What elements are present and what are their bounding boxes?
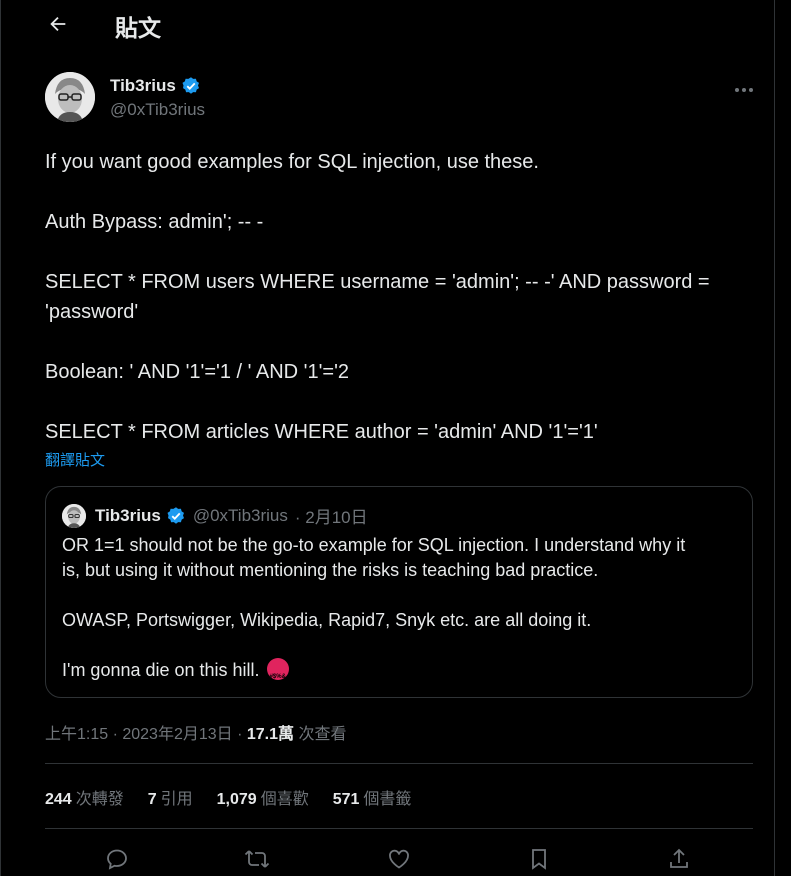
author-name-row[interactable]: Tib3rius bbox=[110, 76, 201, 96]
view-count: 17.1萬 bbox=[246, 726, 295, 743]
tweet-meta: 上午1:15 · 2023年2月13日 · 17.1萬 次查看 bbox=[45, 720, 346, 744]
quoted-line: is, but using it without mentioning the … bbox=[62, 560, 599, 580]
tweet-timestamp[interactable]: 上午1:15 · 2023年2月13日 · bbox=[45, 726, 247, 743]
bookmark-icon bbox=[532, 849, 546, 870]
stat-count: 1,079 bbox=[216, 791, 257, 808]
page-title: 貼文 bbox=[115, 15, 161, 41]
quoted-line: I'm gonna die on this hill. bbox=[62, 660, 260, 680]
quoted-line: OR 1=1 should not be the go-to example f… bbox=[62, 535, 686, 555]
quotes-stat[interactable]: 7 引用 bbox=[148, 785, 193, 809]
quoted-author-handle: @0xTib3rius bbox=[192, 505, 288, 525]
share-icon bbox=[670, 848, 688, 868]
stat-label: 個喜歡 bbox=[260, 791, 309, 808]
divider bbox=[45, 828, 753, 829]
reply-button[interactable] bbox=[104, 846, 130, 872]
share-button[interactable] bbox=[666, 846, 692, 872]
tweet-line: If you want good examples for SQL inject… bbox=[45, 151, 539, 173]
tweet-line: Auth Bypass: admin'; -- - bbox=[45, 211, 264, 233]
quoted-line-gap bbox=[62, 633, 742, 658]
engagement-stats: 244 次轉發 7 引用 1,079 個喜歡 571 個書籤 bbox=[45, 785, 411, 809]
verified-badge-icon bbox=[182, 77, 199, 94]
tweet-text: If you want good examples for SQL inject… bbox=[45, 147, 757, 447]
tweet-line-gap bbox=[45, 387, 757, 417]
like-button[interactable] bbox=[386, 846, 412, 872]
quoted-date: · 2月10日 bbox=[294, 508, 368, 527]
back-button[interactable] bbox=[45, 10, 71, 38]
action-bar bbox=[45, 842, 753, 876]
quoted-tweet-text: OR 1=1 should not be the go-to example f… bbox=[62, 533, 742, 690]
verified-badge-icon bbox=[167, 506, 184, 524]
tweet-line-gap bbox=[45, 177, 757, 207]
quoted-avatar bbox=[62, 503, 86, 528]
retweets-stat[interactable]: 244 次轉發 bbox=[45, 785, 124, 809]
tweet-column: 貼文 Tib3rius @0xTib3rius If you want good… bbox=[0, 0, 775, 876]
tweet-author: Tib3rius @0xTib3rius bbox=[45, 72, 753, 124]
tweet-line: Boolean: ' AND '1'='1 / ' AND '1'='2 bbox=[45, 361, 350, 383]
stat-count: 571 bbox=[332, 791, 360, 808]
stat-label: 個書籤 bbox=[363, 791, 412, 808]
quoted-last-line: I'm gonna die on this hill. bbox=[62, 658, 742, 690]
quoted-author-name: Tib3rius bbox=[95, 505, 161, 525]
bookmarks-stat[interactable]: 571 個書籤 bbox=[333, 785, 412, 809]
cursing-face-icon bbox=[266, 658, 289, 690]
translate-link[interactable]: 翻譯貼文 bbox=[45, 449, 105, 470]
retweet-button[interactable] bbox=[244, 846, 270, 872]
stat-label: 次轉發 bbox=[75, 791, 124, 808]
quoted-avatar-image bbox=[62, 503, 86, 528]
page-header: 貼文 bbox=[1, 0, 774, 52]
view-label: 次查看 bbox=[294, 726, 347, 743]
arrow-left-icon bbox=[50, 16, 66, 32]
quoted-tweet-header: Tib3rius @0xTib3rius · 2月10日 bbox=[62, 503, 368, 528]
tweet-line: SELECT * FROM users WHERE username = 'ad… bbox=[45, 271, 710, 293]
likes-stat[interactable]: 1,079 個喜歡 bbox=[217, 785, 309, 809]
quoted-tweet[interactable]: Tib3rius @0xTib3rius · 2月10日 OR 1=1 shou… bbox=[45, 486, 753, 698]
avatar-image bbox=[45, 72, 95, 122]
more-icon bbox=[735, 88, 753, 92]
tweet-line-gap bbox=[45, 327, 757, 357]
tweet-line: 'password' bbox=[45, 301, 139, 323]
retweet-icon bbox=[244, 850, 270, 868]
stat-label: 引用 bbox=[160, 791, 193, 808]
quoted-line: OWASP, Portswigger, Wikipedia, Rapid7, S… bbox=[62, 610, 592, 630]
more-options-button[interactable] bbox=[729, 80, 759, 100]
tweet-line-gap bbox=[45, 237, 757, 267]
quoted-line-gap bbox=[62, 583, 742, 608]
stat-count: 244 bbox=[45, 791, 72, 808]
author-handle[interactable]: @0xTib3rius bbox=[110, 100, 205, 120]
divider bbox=[45, 763, 753, 764]
avatar[interactable] bbox=[45, 72, 95, 122]
reply-icon bbox=[107, 849, 127, 870]
bookmark-button[interactable] bbox=[526, 846, 552, 872]
author-name[interactable]: Tib3rius bbox=[110, 76, 176, 96]
stat-count: 7 bbox=[147, 791, 157, 808]
heart-icon bbox=[389, 849, 409, 869]
tweet-line: SELECT * FROM articles WHERE author = 'a… bbox=[45, 421, 598, 443]
